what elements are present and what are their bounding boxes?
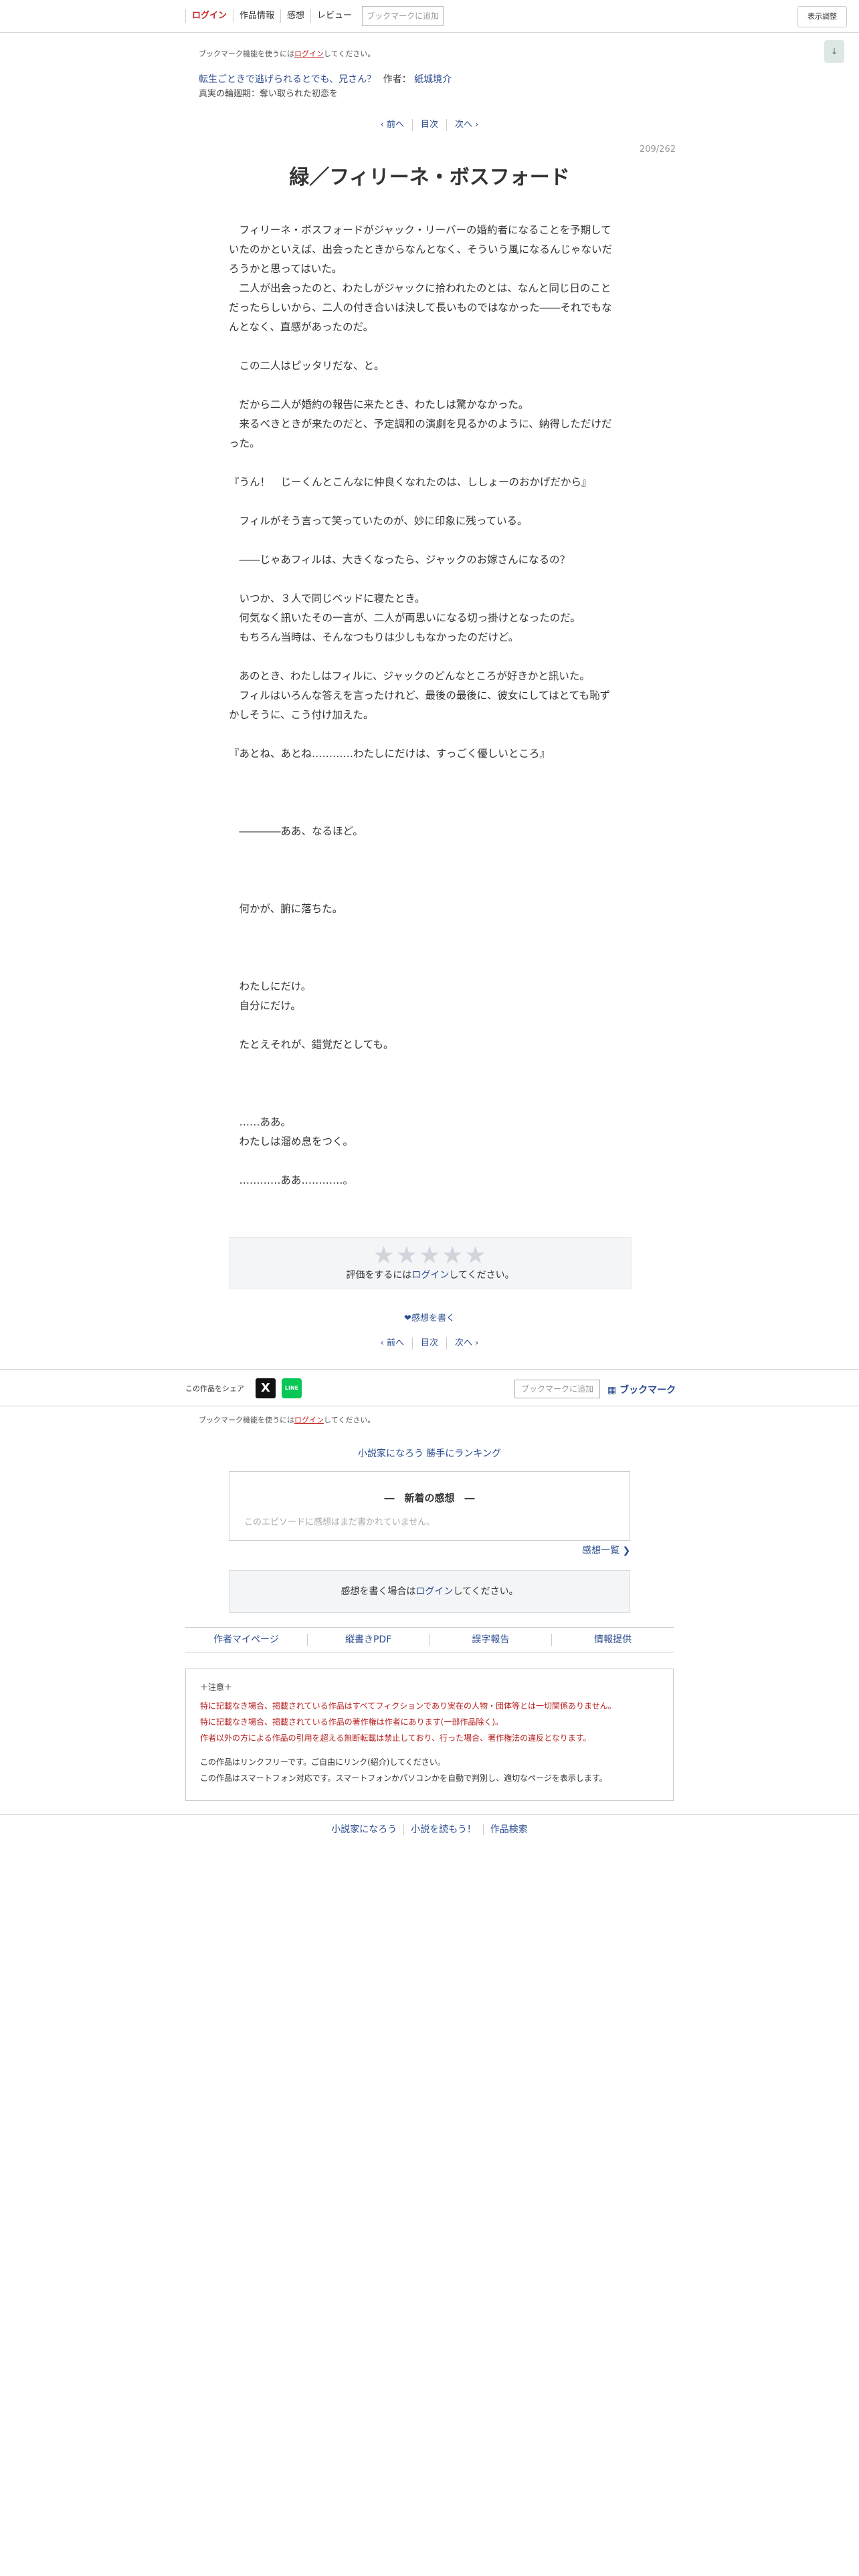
- share-bar: この作品をシェア X LINE ブックマークに追加 ▦ ブックマーク: [0, 1369, 859, 1406]
- author-label: 作者：: [383, 74, 411, 85]
- rating-box: ★★★★★ 評価をするにはログインしてください。: [229, 1237, 632, 1289]
- body-line: った。: [229, 437, 260, 449]
- notes-red-line: 作者以外の方による作品の引用を超える無断転載は禁止しており、行った場合、著作権法…: [200, 1733, 591, 1743]
- nav-work-info[interactable]: 作品情報: [233, 9, 282, 23]
- nav-login[interactable]: ログイン: [185, 9, 234, 23]
- new-impressions-box: ― 新着の感想 ― このエピソードに感想はまだ書かれていません。: [229, 1471, 630, 1541]
- body-line: 自分にだけ。: [229, 1000, 301, 1012]
- body-line: いたのかといえば、出会ったときからなんとなく、そういう風になるんじゃないだ: [229, 243, 613, 255]
- rating-stars[interactable]: ★★★★★: [229, 1243, 631, 1269]
- site-link-search[interactable]: 作品検索: [484, 1824, 535, 1835]
- nav-impressions[interactable]: 感想: [281, 9, 312, 23]
- notes-red-line: 特に記載なき場合、掲載されている作品はすべてフィクションであり実在の人物・団体等…: [200, 1701, 616, 1711]
- bookmark-login-notice: ブックマーク機能を使うにはログインしてください。: [199, 49, 375, 58]
- impression-login-box: 感想を書く場合はログインしてください。: [229, 1570, 630, 1613]
- share-label: この作品をシェア: [185, 1384, 244, 1393]
- site-link-yomou[interactable]: 小説を読もう！: [404, 1824, 484, 1835]
- x-logo-icon[interactable]: X: [256, 1378, 276, 1398]
- top-nav: ログイン 作品情報 感想 レビュー ブックマークに追加: [185, 5, 444, 27]
- series-title-link[interactable]: 転生ごときで逃げられるとでも、兄さん？: [199, 74, 376, 85]
- body-line: フィリーネ・ボスフォードがジャック・リーバーの婚約者になることを予期して: [229, 224, 611, 236]
- body-line: んとなく、直感があったのだ。: [229, 321, 374, 333]
- pager-bottom: ‹ 前へ 目次 次へ ›: [0, 1337, 859, 1350]
- episode-title: 緑／フィリーネ・ボスフォード: [289, 166, 570, 189]
- site-link-narou[interactable]: 小説家になろう: [324, 1824, 405, 1835]
- series-info: 転生ごときで逃げられるとでも、兄さん？ 作者： 紙城境介: [199, 72, 452, 86]
- bookmark-add-button[interactable]: ブックマークに追加: [514, 1380, 600, 1398]
- footer-links: 作者マイページ 縦書きPDF 誤字報告 情報提供: [185, 1627, 674, 1652]
- pager-top: ‹ 前へ 目次 次へ ›: [0, 119, 859, 131]
- toc-link[interactable]: 目次: [413, 119, 447, 131]
- body-line: 何気なく訊いたその一言が、二人が両思いになる切っ掛けとなったのだ。: [229, 612, 581, 624]
- impressions-list-link[interactable]: 感想一覧 ❯: [582, 1543, 630, 1557]
- write-review-link[interactable]: ❤感想を書く: [0, 1311, 859, 1323]
- body-line: だったらしいから、二人の付き合いは決して長いものではなかった――それでもな: [229, 302, 612, 314]
- body-line: 二人が出会ったのと、わたしがジャックに拾われたのとは、なんと同じ日のこと: [229, 282, 611, 294]
- bookmark-login-notice-bottom: ブックマーク機能を使うにはログインしてください。: [199, 1416, 375, 1424]
- notes-line: この作品はスマートフォン対応です。スマートフォンかパソコンかを自動で判別し、適切…: [200, 1774, 607, 1783]
- nav-reviews[interactable]: レビュー: [311, 9, 358, 23]
- toc-link[interactable]: 目次: [413, 1337, 447, 1350]
- body-line: たとえそれが、錯覚だとしても。: [229, 1039, 394, 1051]
- page-count: 209/262: [639, 144, 676, 154]
- notice-login-link[interactable]: ログイン: [294, 1416, 324, 1424]
- ranking-link[interactable]: 小説家になろう 勝手にランキング: [0, 1446, 859, 1460]
- rating-login-text: 評価をするにはログインしてください。: [346, 1270, 514, 1281]
- bottom-site-links: 小説家になろう 小説を読もう！ 作品検索: [0, 1814, 859, 1844]
- bookmark-link[interactable]: ▦ ブックマーク: [607, 1383, 676, 1396]
- rating-login-link[interactable]: ログイン: [411, 1270, 449, 1281]
- notes-box: ＋注意＋ 特に記載なき場合、掲載されている作品はすべてフィクションであり実在の人…: [185, 1669, 674, 1801]
- body-line: 来るべきときが来たのだと、予定調和の演劇を見るかのように、納得しただけだ: [229, 418, 612, 430]
- display-settings-button[interactable]: 表示調整: [797, 6, 847, 27]
- chapter-title: 真実の輪廻期：奪い取られた初恋を: [199, 89, 339, 99]
- impression-login-link[interactable]: ログイン: [415, 1586, 453, 1597]
- info-provide-link[interactable]: 情報提供: [552, 1634, 674, 1646]
- body-line: 何かが、腑に落ちた。: [229, 903, 343, 915]
- bookmark-add-button-top[interactable]: ブックマークに追加: [362, 6, 444, 26]
- body-line: あのとき、わたしはフィルに、ジャックのどんなところが好きかと訊いた。: [229, 670, 590, 682]
- body-line: ろうかと思ってはいた。: [229, 263, 343, 275]
- body-line: ……ああ。: [229, 1116, 292, 1128]
- next-link[interactable]: 次へ ›: [447, 119, 486, 131]
- body-line: 『うん！ じーくんとこんなに仲良くなれたのは、ししょーのおかげだから』: [229, 476, 592, 488]
- typo-report-link[interactable]: 誤字報告: [430, 1634, 553, 1646]
- body-line: この二人はピッタリだな、と。: [229, 360, 385, 372]
- body-line: ――――ああ、なるほど。: [229, 825, 363, 837]
- author-link[interactable]: 紙城境介: [414, 74, 452, 85]
- next-link[interactable]: 次へ ›: [447, 1337, 486, 1350]
- notes-red-line: 特に記載なき場合、掲載されている作品の著作権は作者にあります(一部作品除く)。: [200, 1717, 504, 1727]
- impressions-title: ― 新着の感想 ―: [384, 1492, 475, 1504]
- body-line: ――じゃあフィルは、大きくなったら、ジャックのお嫁さんになるの？: [229, 554, 571, 566]
- body-line: わたしは溜め息をつく。: [229, 1136, 354, 1148]
- body-line: フィルはいろんな答えを言ったけれど、最後の最後に、彼女にしてはとても恥ず: [229, 689, 610, 702]
- notes-line: この作品はリンクフリーです。ご自由にリンク(紹介)してください。: [200, 1757, 446, 1767]
- body-line: フィルがそう言って笑っていたのが、妙に印象に残っている。: [229, 515, 528, 527]
- author-mypage-link[interactable]: 作者マイページ: [185, 1634, 308, 1646]
- body-line: わたしにだけ。: [229, 980, 312, 992]
- body-line: かしそうに、こう付け加えた。: [229, 709, 374, 721]
- notice-login-link[interactable]: ログイン: [294, 49, 324, 58]
- impressions-empty-text: このエピソードに感想はまだ書かれていません。: [244, 1517, 436, 1527]
- prev-link[interactable]: ‹ 前へ: [373, 119, 413, 131]
- body-line: もちろん当時は、そんなつもりは少しもなかったのだけど。: [229, 631, 519, 643]
- notes-heading: ＋注意＋: [200, 1683, 233, 1692]
- top-navbar: ログイン 作品情報 感想 レビュー ブックマークに追加 表示調整: [0, 0, 859, 33]
- body-line: …………ああ…………。: [229, 1174, 354, 1186]
- prev-link[interactable]: ‹ 前へ: [373, 1337, 413, 1350]
- body-line: いつか、３人で同じベッドに寝たとき。: [229, 593, 425, 605]
- vertical-pdf-link[interactable]: 縦書きPDF: [308, 1634, 430, 1646]
- line-logo-icon[interactable]: LINE: [282, 1378, 302, 1398]
- arrow-down-icon[interactable]: ↓: [824, 40, 844, 63]
- body-line: だから二人が婚約の報告に来たとき、わたしは驚かなかった。: [229, 399, 529, 411]
- body-line: 『あとね、あとね…………わたしにだけは、すっごく優しいところ』: [229, 748, 550, 760]
